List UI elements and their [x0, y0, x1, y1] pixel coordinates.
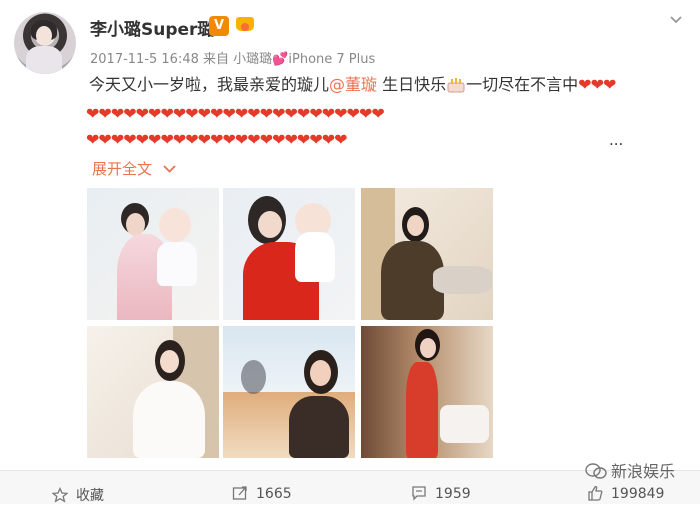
- birthday-text: 生日快乐: [382, 75, 447, 94]
- red-heart-icon: ❤: [172, 130, 186, 149]
- repost-icon: [232, 486, 247, 500]
- photo-thumbnail-4[interactable]: [87, 326, 219, 458]
- red-heart-icon: ❤: [160, 130, 173, 149]
- crown-badge-icon[interactable]: [234, 15, 256, 37]
- chevron-down-icon: [163, 165, 176, 173]
- red-heart-icon: ❤: [222, 130, 235, 149]
- red-heart-icon: ❤❤❤: [578, 75, 616, 94]
- favorite-button[interactable]: 收藏: [51, 485, 104, 505]
- photo-thumbnail-5[interactable]: [223, 326, 355, 458]
- red-heart-icon: ❤: [272, 104, 285, 123]
- like-count: 199849: [611, 486, 665, 502]
- verified-badge-icon[interactable]: V: [209, 16, 229, 36]
- post-text-suffix: 一切尽在不言中: [466, 75, 579, 94]
- red-heart-icon: ❤: [309, 104, 322, 123]
- photo-thumbnail-2[interactable]: [223, 188, 355, 320]
- source-label[interactable]: 小璐璐: [233, 52, 272, 67]
- post-date[interactable]: 2017-11-5 16:48: [90, 52, 199, 67]
- avatar-face: [36, 26, 52, 45]
- red-heart-icon: ❤: [123, 104, 136, 123]
- photo-thumbnail-1[interactable]: [87, 188, 219, 320]
- red-heart-icon: ❤: [234, 130, 248, 149]
- red-heart-icon: ❤: [86, 130, 99, 149]
- like-button[interactable]: 199849: [587, 485, 664, 502]
- red-heart-icon: ❤: [259, 104, 273, 123]
- red-heart-icon: ❤: [135, 130, 149, 149]
- post-meta: 2017-11-5 16:48 来自 小璐璐💕iPhone 7 Plus: [90, 48, 375, 67]
- heart-row-1: ❤❤❤❤❤❤❤❤❤❤❤❤❤❤❤❤❤❤❤❤❤❤❤❤: [86, 103, 680, 125]
- post-text: 今天又小一岁啦，我最亲爱的璇儿@董璇 生日快乐 一切尽在不言中❤❤❤: [89, 74, 679, 96]
- username[interactable]: 李小璐Super璐: [90, 15, 214, 40]
- repost-button[interactable]: 1665: [232, 485, 292, 502]
- mention-link[interactable]: @董璇: [329, 75, 377, 94]
- repost-count: 1665: [256, 486, 292, 502]
- red-heart-icon: ❤: [98, 130, 111, 149]
- red-heart-icon: ❤: [172, 104, 186, 123]
- red-heart-icon: ❤: [197, 104, 211, 123]
- from-label: 来自: [203, 52, 230, 67]
- photo-thumbnail-3[interactable]: [361, 188, 493, 320]
- red-heart-icon: ❤: [210, 104, 223, 123]
- red-heart-icon: ❤: [148, 104, 161, 123]
- red-heart-icon: ❤: [98, 104, 111, 123]
- red-heart-icon: ❤: [123, 130, 136, 149]
- comment-count: 1959: [435, 486, 471, 502]
- red-heart-icon: ❤: [272, 130, 285, 149]
- sina-entertainment-watermark: 新浪娱乐: [585, 458, 675, 482]
- red-heart-icon: ❤: [334, 130, 347, 149]
- red-heart-icon: ❤: [309, 130, 322, 149]
- chevron-down-icon[interactable]: [669, 12, 683, 26]
- red-heart-icon: ❤: [148, 130, 161, 149]
- red-heart-icon: ❤: [321, 104, 335, 123]
- expand-label: 展开全文: [92, 160, 153, 178]
- red-heart-icon: ❤: [185, 104, 198, 123]
- pink-heart-icon: 💕: [272, 52, 289, 67]
- post-text-prefix: 今天又小一岁啦，我最亲爱的璇儿: [89, 75, 330, 94]
- red-heart-icon: ❤: [247, 104, 260, 123]
- red-heart-icon: ❤: [234, 104, 248, 123]
- favorite-label: 收藏: [76, 488, 104, 504]
- red-heart-icon: ❤: [296, 104, 310, 123]
- red-heart-icon: ❤: [110, 130, 124, 149]
- red-heart-icon: ❤: [284, 104, 298, 123]
- text-ellipsis: ...: [609, 131, 624, 149]
- device-label: iPhone 7 Plus: [288, 52, 376, 67]
- red-heart-icon: ❤: [334, 104, 347, 123]
- photo-thumbnail-6[interactable]: [361, 326, 493, 458]
- red-heart-icon: ❤: [110, 104, 124, 123]
- avatar-dress: [26, 46, 62, 74]
- comment-icon: [412, 486, 426, 501]
- red-heart-icon: ❤: [197, 130, 211, 149]
- wechat-icon: [585, 463, 607, 479]
- red-heart-icon: ❤: [284, 130, 298, 149]
- avatar[interactable]: [14, 12, 76, 74]
- birthday-cake-icon: [446, 75, 466, 93]
- red-heart-icon: ❤: [135, 104, 149, 123]
- thumbs-up-icon: [588, 485, 603, 501]
- red-heart-icon: ❤: [222, 104, 235, 123]
- red-heart-icon: ❤: [321, 130, 335, 149]
- red-heart-icon: ❤: [160, 104, 173, 123]
- red-heart-icon: ❤: [371, 104, 384, 123]
- red-heart-icon: ❤: [86, 104, 99, 123]
- red-heart-icon: ❤: [296, 130, 310, 149]
- red-heart-icon: ❤: [185, 130, 198, 149]
- heart-row-2: ❤❤❤❤❤❤❤❤❤❤❤❤❤❤❤❤❤❤❤❤❤: [86, 129, 608, 151]
- watermark-text: 新浪娱乐: [611, 462, 676, 481]
- expand-full-text-button[interactable]: 展开全文: [92, 158, 176, 179]
- red-heart-icon: ❤: [247, 130, 260, 149]
- red-heart-icon: ❤: [259, 130, 273, 149]
- red-heart-icon: ❤: [346, 104, 360, 123]
- star-icon: [51, 486, 69, 503]
- red-heart-icon: ❤: [210, 130, 223, 149]
- red-heart-icon: ❤: [358, 104, 372, 123]
- comment-button[interactable]: 1959: [411, 485, 471, 502]
